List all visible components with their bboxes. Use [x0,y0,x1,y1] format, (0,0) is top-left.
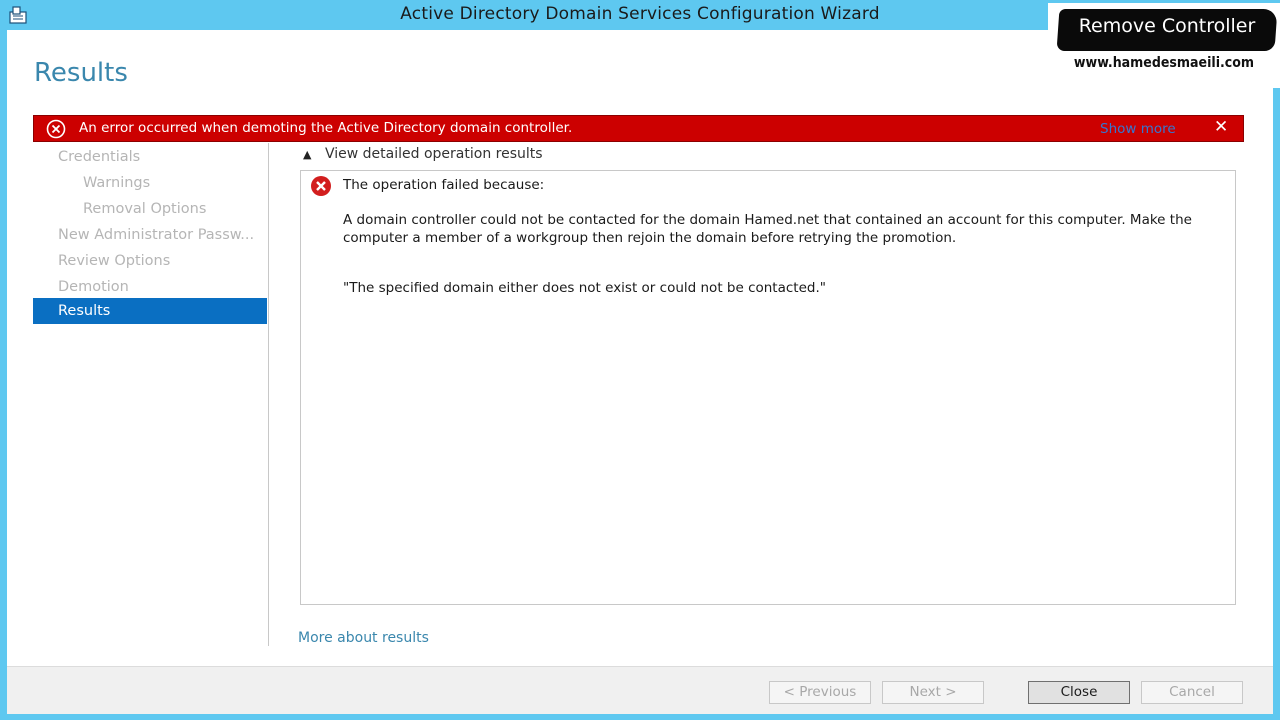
nav-item-demotion: Demotion [58,279,129,295]
more-about-results-link[interactable]: More about results [298,630,429,646]
watermark-overlay: Remove Controller www.hamedesmaeili.com [1048,3,1280,88]
watermark-url: www.hamedesmaeili.com [1073,55,1255,71]
error-notification-bar: An error occurred when demoting the Acti… [33,115,1244,142]
nav-item-credentials: Credentials [58,149,141,165]
chevron-up-icon: ▲ [303,148,312,161]
close-button[interactable]: Close [1028,681,1130,704]
previous-button[interactable]: < Previous [769,681,871,704]
wizard-window: Results An error occurred when demoting … [7,30,1273,714]
wizard-footer: < Previous Next > Close Cancel [7,666,1273,714]
nav-item-review-options: Review Options [58,253,171,269]
watermark-title: Remove Controller [1078,15,1256,37]
failure-description: A domain controller could not be contact… [343,212,1192,246]
cancel-button[interactable]: Cancel [1141,681,1243,704]
page-title: Results [34,58,128,88]
nav-item-warnings: Warnings [83,175,151,191]
show-more-link[interactable]: Show more [1100,121,1176,137]
error-message: An error occurred when demoting the Acti… [79,120,573,136]
error-circle-icon [311,176,331,196]
error-icon [46,119,66,139]
nav-item-removal-options: Removal Options [83,201,207,217]
nav-item-results[interactable]: Results [33,298,267,324]
failure-detail-quote: "The specified domain either does not ex… [343,280,826,296]
next-button[interactable]: Next > [882,681,984,704]
view-detailed-results-label: View detailed operation results [325,146,543,162]
operation-results-panel: The operation failed because: A domain c… [300,170,1236,605]
failure-heading: The operation failed because: [343,177,545,193]
dismiss-error-icon[interactable]: ✕ [1214,117,1228,137]
nav-item-new-administrator-password: New Administrator Passw... [58,227,255,243]
view-detailed-results-toggle[interactable]: ▲ View detailed operation results [303,146,543,162]
wizard-navigation: Credentials Warnings Removal Options New… [33,143,269,646]
